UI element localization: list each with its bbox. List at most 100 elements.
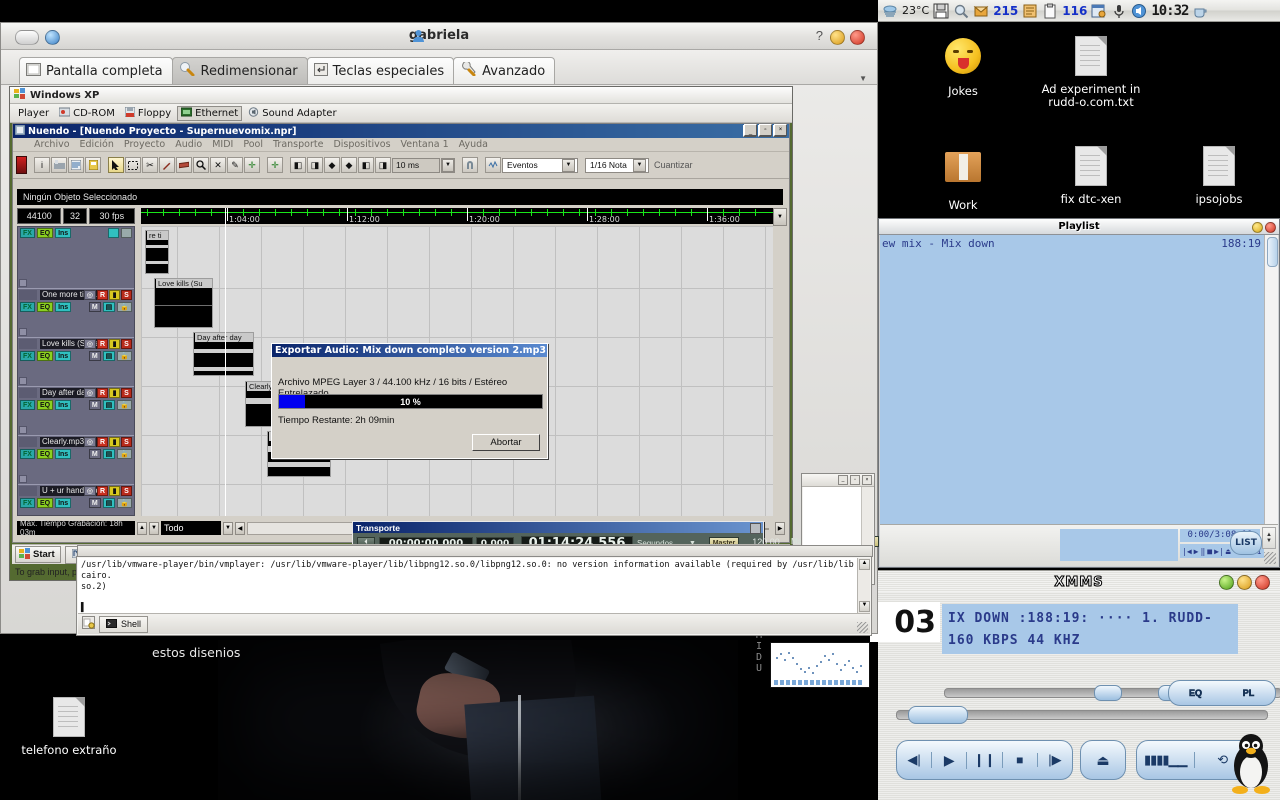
table-row[interactable]: Clearly.mp3 ◎ R ▮ S FX EQ Ins M ▤ 🔒 <box>18 436 134 485</box>
snap-end-button[interactable]: ◨ <box>307 157 323 173</box>
scissors-tool-button[interactable]: ✂ <box>142 157 158 173</box>
terminal-tab-bar[interactable]: Shell <box>78 613 870 634</box>
part-selector[interactable]: Todo <box>161 521 221 535</box>
info-button[interactable]: i <box>34 157 50 173</box>
playlist-entry-row[interactable]: ew mix - Mix down 188:19 <box>880 235 1265 250</box>
track-monitor-button[interactable]: ▮ <box>109 486 120 496</box>
desktop-icon-ipsojobs[interactable]: ipsojobs <box>1164 146 1274 206</box>
playlist-pause-icon[interactable]: ‖ <box>1200 547 1205 556</box>
snap-start-button[interactable]: ◧ <box>290 157 306 173</box>
arrow-tool-button[interactable] <box>108 157 124 173</box>
desktop-icon-work[interactable]: Work <box>908 146 1018 212</box>
tab-avanzado[interactable]: Avanzado <box>453 57 556 84</box>
audio-clip[interactable]: Day after day <box>193 332 254 376</box>
track-mute-button[interactable]: M <box>88 498 101 508</box>
desktop-icon-ad-experiment[interactable]: Ad experiment in rudd-o.com.txt <box>1036 36 1146 109</box>
vmware-tab-bar[interactable]: Pantalla completa Redimensionar Teclas e… <box>1 50 877 85</box>
xmms-shade-button[interactable] <box>1219 575 1234 590</box>
menu-ayuda[interactable]: Ayuda <box>454 139 493 150</box>
playlist-next-icon[interactable]: ▶| <box>1214 547 1224 556</box>
xmms-close-button[interactable] <box>1255 575 1270 590</box>
chevron-down-icon[interactable]: ▼ <box>859 74 867 83</box>
track-monitor-button[interactable]: ▮ <box>109 437 120 447</box>
snap-value-field[interactable]: 10 ms <box>392 157 440 173</box>
mdi-restore-button[interactable]: ▫ <box>759 124 772 136</box>
track-mute-button[interactable]: M <box>88 449 101 459</box>
nuendo-toolbar[interactable]: i ✂ ✕ ✎ ✛ ✛ ◧ ◨ ◆ ◆ ◧ ◨ 10 ms ▼ Eventos … <box>13 152 789 179</box>
track-record-button[interactable]: R <box>96 339 108 349</box>
track-monitor-button[interactable]: ▮ <box>109 339 120 349</box>
range-tool-button[interactable] <box>125 157 141 173</box>
track-mute-button[interactable]: M <box>88 351 101 361</box>
eraser-tool-button[interactable] <box>176 157 192 173</box>
microphone-icon[interactable] <box>1111 3 1127 19</box>
menu-archivo[interactable]: Archivo <box>29 139 75 150</box>
weather-icon[interactable] <box>882 3 898 19</box>
track-mute-button[interactable]: M <box>88 400 101 410</box>
playhead-cursor[interactable] <box>225 208 226 516</box>
table-row[interactable]: FX EQ Ins <box>18 227 134 289</box>
track-solo-button[interactable]: S <box>121 290 132 300</box>
playlist-play-icon[interactable]: ▶ <box>1194 547 1199 556</box>
track-grip[interactable] <box>19 437 37 447</box>
track-grip[interactable] <box>19 388 37 398</box>
menu-ventana[interactable]: Ventana 1 <box>396 139 454 150</box>
draw-tool-button[interactable]: ✎ <box>227 157 243 173</box>
xmms-playlist-window[interactable]: Playlist ew mix - Mix down 188:19 0:00/3… <box>878 218 1280 568</box>
table-row[interactable]: One more time.r ◎ R ▮ S FX EQ Ins M ▤ 🔒 <box>18 289 134 338</box>
terminal-scroll-up-button[interactable]: ▲ <box>859 559 870 570</box>
nuendo-document-icon[interactable] <box>14 124 26 138</box>
menu-proyecto[interactable]: Proyecto <box>119 139 170 150</box>
track-solo-button[interactable]: S <box>121 388 132 398</box>
track-monitor-button[interactable]: ▮ <box>109 290 120 300</box>
track-grip[interactable] <box>19 290 37 300</box>
desktop-icon-telefono-extrano[interactable]: telefono extraño <box>14 697 124 757</box>
track-scroll-up-button[interactable]: ▲ <box>137 521 147 535</box>
vm-guest-screen[interactable]: Windows XP Player CD-ROM Floppy Ethernet… <box>9 86 879 581</box>
frame-rate-box[interactable]: 30 fps <box>88 208 135 224</box>
xmms-pause-button[interactable]: ❙❙ <box>967 752 1003 768</box>
xmms-next-button[interactable]: |▶ <box>1038 752 1072 768</box>
floppy-save-icon[interactable] <box>933 3 949 19</box>
hscroll-left-button[interactable]: ◀ <box>235 521 245 535</box>
vmx-device-menu[interactable]: Player CD-ROM Floppy Ethernet Sound Adap… <box>10 104 792 123</box>
playlist-minimize-button[interactable] <box>1252 222 1263 233</box>
magnifier-icon[interactable] <box>953 3 969 19</box>
xmms-stop-button[interactable]: ■ <box>1003 753 1038 767</box>
playlist-titlebar[interactable]: Playlist <box>879 219 1279 235</box>
part-dropdown-button[interactable]: ▼ <box>223 521 233 535</box>
xmms-play-button[interactable]: ▶ <box>932 751 968 769</box>
xmms-main-window[interactable]: 03 IX DOWN :188:19: ···· 1. RUDD- 160 KB… <box>870 592 1280 800</box>
nuendo-window[interactable]: Nuendo - [Nuendo Proyecto - Supernuevomi… <box>12 123 790 543</box>
titlebar-close-dot[interactable] <box>850 30 865 45</box>
desktop-icon-fix-dtc-xen[interactable]: fix dtc-xen <box>1036 146 1146 206</box>
panel-clock[interactable]: 10:32 <box>1151 3 1189 19</box>
track-grip[interactable] <box>19 339 37 349</box>
playlist-close-button[interactable] <box>1265 222 1276 233</box>
snap-magnet-button[interactable] <box>462 157 478 173</box>
xmms-eject-button[interactable]: ⏏ <box>1080 740 1126 780</box>
audio-clip[interactable]: Love kills (Su <box>154 278 213 328</box>
help-button[interactable]: ? <box>816 28 823 43</box>
xmms-transport-group[interactable]: ◀| ▶ ❙❙ ■ |▶ <box>896 740 1073 780</box>
xmms-volume-knob[interactable] <box>1094 685 1122 701</box>
snap-value-dropdown[interactable]: ▼ <box>441 157 455 173</box>
vmx-menu-floppy[interactable]: Floppy <box>121 106 175 121</box>
trim-right-button[interactable]: ◨ <box>375 157 391 173</box>
playlist-list-button[interactable]: LIST <box>1230 531 1262 555</box>
tab-teclas-especiales[interactable]: Teclas especiales <box>306 57 455 84</box>
mail-icon[interactable] <box>973 3 989 19</box>
event-mode-dropdown[interactable]: Eventos ▼ <box>502 157 578 173</box>
playlist-prev-icon[interactable]: |◀ <box>1182 547 1192 556</box>
nuendo-menubar[interactable]: Archivo Edición Proyecto Audio MIDI Pool… <box>13 124 789 152</box>
fragment-close-button[interactable]: × <box>862 475 872 485</box>
vmx-menu-ethernet[interactable]: Ethernet <box>177 105 243 121</box>
terminal-titlebar[interactable] <box>77 545 873 557</box>
playlist-scrollbar[interactable] <box>1264 235 1278 525</box>
coffee-icon[interactable] <box>1192 3 1208 19</box>
mute-tool-button[interactable]: ✕ <box>210 157 226 173</box>
vmx-menu-sound-adapter[interactable]: Sound Adapter <box>244 106 340 121</box>
fragment-maximize-button[interactable]: ▫ <box>850 475 860 485</box>
titlebar-minimize-dot[interactable] <box>830 30 845 45</box>
mdi-close-button[interactable]: × <box>774 124 787 136</box>
